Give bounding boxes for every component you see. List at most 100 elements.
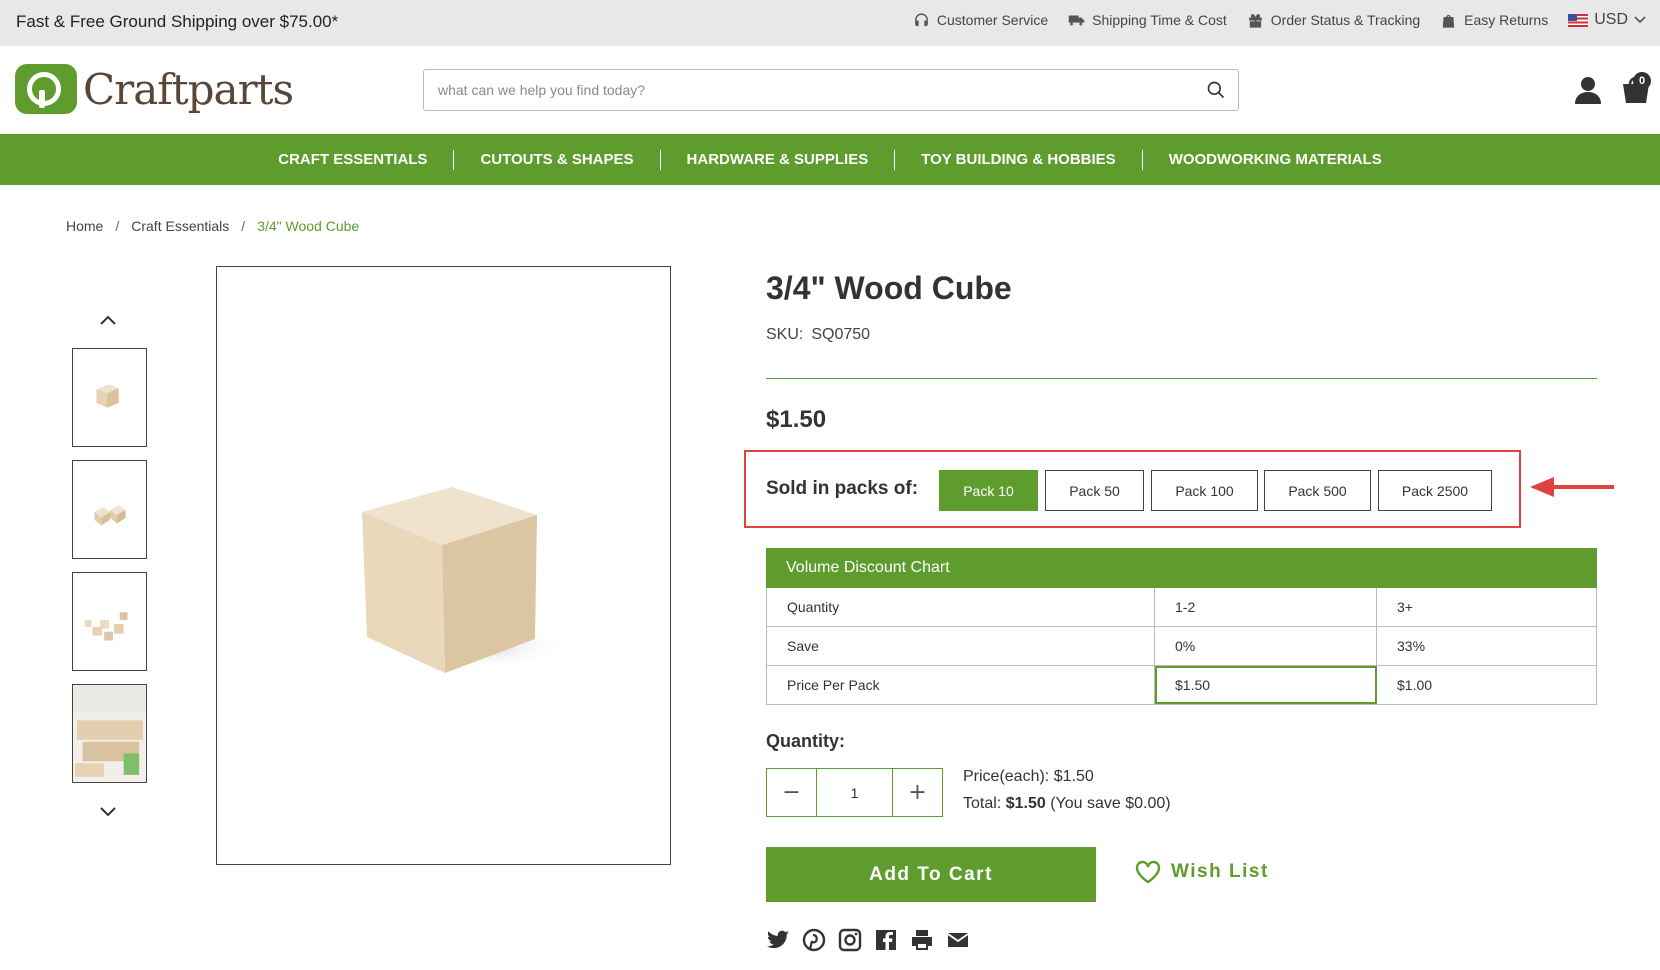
save-tier-1-cell: 0% xyxy=(1155,627,1377,665)
product-title: 3/4" Wood Cube xyxy=(766,270,1012,306)
currency-selector[interactable]: USD xyxy=(1568,11,1646,29)
headset-icon xyxy=(915,12,928,26)
email-icon[interactable] xyxy=(946,928,970,952)
volume-chart-title: Volume Discount Chart xyxy=(766,548,1597,588)
easy-returns-label: Easy Returns xyxy=(1464,12,1549,28)
two-cubes-thumbnail xyxy=(94,505,126,526)
packs-label: Sold in packs of: xyxy=(766,478,919,499)
print-icon[interactable] xyxy=(910,928,934,952)
search-icon[interactable] xyxy=(1206,80,1226,100)
pack-500-option[interactable]: Pack 500 xyxy=(1264,470,1371,511)
add-to-cart-button[interactable]: Add To Cart xyxy=(766,847,1096,902)
nav-hardware-supplies[interactable]: HARDWARE & SUPPLIES xyxy=(661,149,896,170)
increase-quantity-button[interactable]: + xyxy=(892,769,942,816)
main-product-image[interactable] xyxy=(216,266,671,865)
wish-list-label: Wish List xyxy=(1171,861,1269,882)
table-row: Quantity 1-2 3+ xyxy=(766,588,1597,627)
breadcrumb-separator: / xyxy=(115,218,120,234)
pack-2500-option[interactable]: Pack 2500 xyxy=(1378,470,1492,511)
site-logo[interactable]: Craftparts xyxy=(15,64,294,114)
price-tier-2-cell: $1.00 xyxy=(1397,677,1433,693)
cube-pile-thumbnail xyxy=(84,612,128,641)
cart-count-badge: 0 xyxy=(1633,72,1651,90)
price-each: Price(each): $1.50 xyxy=(963,768,1094,786)
nav-cutouts-shapes[interactable]: CUTOUTS & SHAPES xyxy=(454,149,661,170)
search-input[interactable] xyxy=(438,70,1178,110)
nav-woodworking-materials[interactable]: WOODWORKING MATERIALS xyxy=(1143,150,1408,170)
table-row: Save 0% 33% xyxy=(766,627,1597,666)
save-label-cell: Save xyxy=(767,627,1155,665)
breadcrumb-craft-essentials[interactable]: Craft Essentials xyxy=(131,218,229,234)
heart-icon xyxy=(1135,860,1161,884)
us-flag-icon xyxy=(1568,13,1589,27)
price-each-label: Price(each): xyxy=(963,768,1050,785)
savings-text: (You save $0.00) xyxy=(1050,795,1171,812)
save-tier-2-cell: 33% xyxy=(1397,638,1426,654)
title-divider xyxy=(766,378,1597,379)
wood-cube-image xyxy=(362,487,567,673)
sku-value: SQ0750 xyxy=(811,326,871,343)
pack-100-option[interactable]: Pack 100 xyxy=(1151,470,1258,511)
customer-service-link[interactable]: Customer Service xyxy=(913,12,1048,29)
pinterest-icon[interactable] xyxy=(802,928,826,952)
gift-icon xyxy=(1248,13,1262,28)
quantity-tier-1-cell: 1-2 xyxy=(1155,588,1377,626)
share-icons xyxy=(766,928,970,952)
customer-service-label: Customer Service xyxy=(936,12,1049,28)
instagram-icon[interactable] xyxy=(838,928,862,952)
breadcrumb-current: 3/4" Wood Cube xyxy=(257,218,360,234)
currency-label: USD xyxy=(1594,11,1628,28)
easy-returns-link[interactable]: Easy Returns xyxy=(1440,12,1548,29)
price-each-value: $1.50 xyxy=(1053,768,1094,785)
product-sku: SKU: SQ0750 xyxy=(766,326,878,344)
thumbnail-4[interactable] xyxy=(72,684,147,783)
shipping-time-label: Shipping Time & Cost xyxy=(1092,12,1227,28)
shipping-time-link[interactable]: Shipping Time & Cost xyxy=(1068,12,1227,29)
thumbnail-1[interactable] xyxy=(72,348,147,447)
thumbnail-3[interactable] xyxy=(72,572,147,671)
breadcrumb-separator: / xyxy=(241,218,246,234)
order-status-label: Order Status & Tracking xyxy=(1270,12,1421,28)
thumbnail-2[interactable] xyxy=(72,460,147,559)
order-total: Total: $1.50 (You save $0.00) xyxy=(963,795,1171,813)
top-bar: Fast & Free Ground Shipping over $75.00*… xyxy=(0,0,1660,46)
pack-50-option[interactable]: Pack 50 xyxy=(1045,470,1144,511)
decrease-quantity-button[interactable]: − xyxy=(767,769,817,816)
quantity-tier-2-cell: 3+ xyxy=(1397,599,1413,615)
table-row: Price Per Pack $1.50 $1.00 xyxy=(766,666,1597,705)
account-icon[interactable] xyxy=(1573,76,1603,104)
utility-links: Customer Service Shipping Time & Cost Or… xyxy=(913,11,1646,29)
total-value: $1.50 xyxy=(1005,795,1046,812)
single-cube-thumbnail xyxy=(96,384,119,408)
craft-letter-blocks-thumbnail xyxy=(73,685,146,782)
nav-craft-essentials[interactable]: CRAFT ESSENTIALS xyxy=(252,149,455,170)
facebook-icon[interactable] xyxy=(874,928,898,952)
pack-10-option[interactable]: Pack 10 xyxy=(939,470,1038,511)
price-tier-1-cell: $1.50 xyxy=(1155,666,1377,704)
nav-toy-building-hobbies[interactable]: TOY BUILDING & HOBBIES xyxy=(895,149,1143,170)
search-bar xyxy=(423,69,1239,111)
total-label: Total: xyxy=(963,795,1002,812)
volume-discount-chart: Volume Discount Chart Quantity 1-2 3+ Sa… xyxy=(766,548,1597,705)
truck-icon xyxy=(1068,15,1085,25)
sku-label: SKU: xyxy=(766,326,804,343)
quantity-label: Quantity: xyxy=(766,731,845,751)
twitter-icon[interactable] xyxy=(766,928,790,952)
thumbnail-down-chevron-icon[interactable] xyxy=(99,806,117,818)
quantity-input[interactable] xyxy=(817,769,892,816)
price-per-pack-label-cell: Price Per Pack xyxy=(767,666,1155,704)
breadcrumb: Home / Craft Essentials / 3/4" Wood Cube xyxy=(66,218,359,234)
breadcrumb-home[interactable]: Home xyxy=(66,218,103,234)
chevron-down-icon xyxy=(1634,16,1646,24)
tree-logo-icon xyxy=(15,64,77,114)
product-price: $1.50 xyxy=(766,406,827,433)
main-nav: CRAFT ESSENTIALS CUTOUTS & SHAPES HARDWA… xyxy=(0,134,1660,185)
shipping-promo: Fast & Free Ground Shipping over $75.00* xyxy=(16,12,339,31)
thumbnail-up-chevron-icon[interactable] xyxy=(99,314,117,326)
quantity-stepper: − + xyxy=(766,768,943,817)
logo-text: Craftparts xyxy=(83,64,294,114)
red-arrow-annotation-icon xyxy=(1530,477,1614,497)
wish-list-button[interactable]: Wish List xyxy=(1135,860,1269,884)
quantity-label-cell: Quantity xyxy=(767,588,1155,626)
order-status-link[interactable]: Order Status & Tracking xyxy=(1247,12,1420,29)
